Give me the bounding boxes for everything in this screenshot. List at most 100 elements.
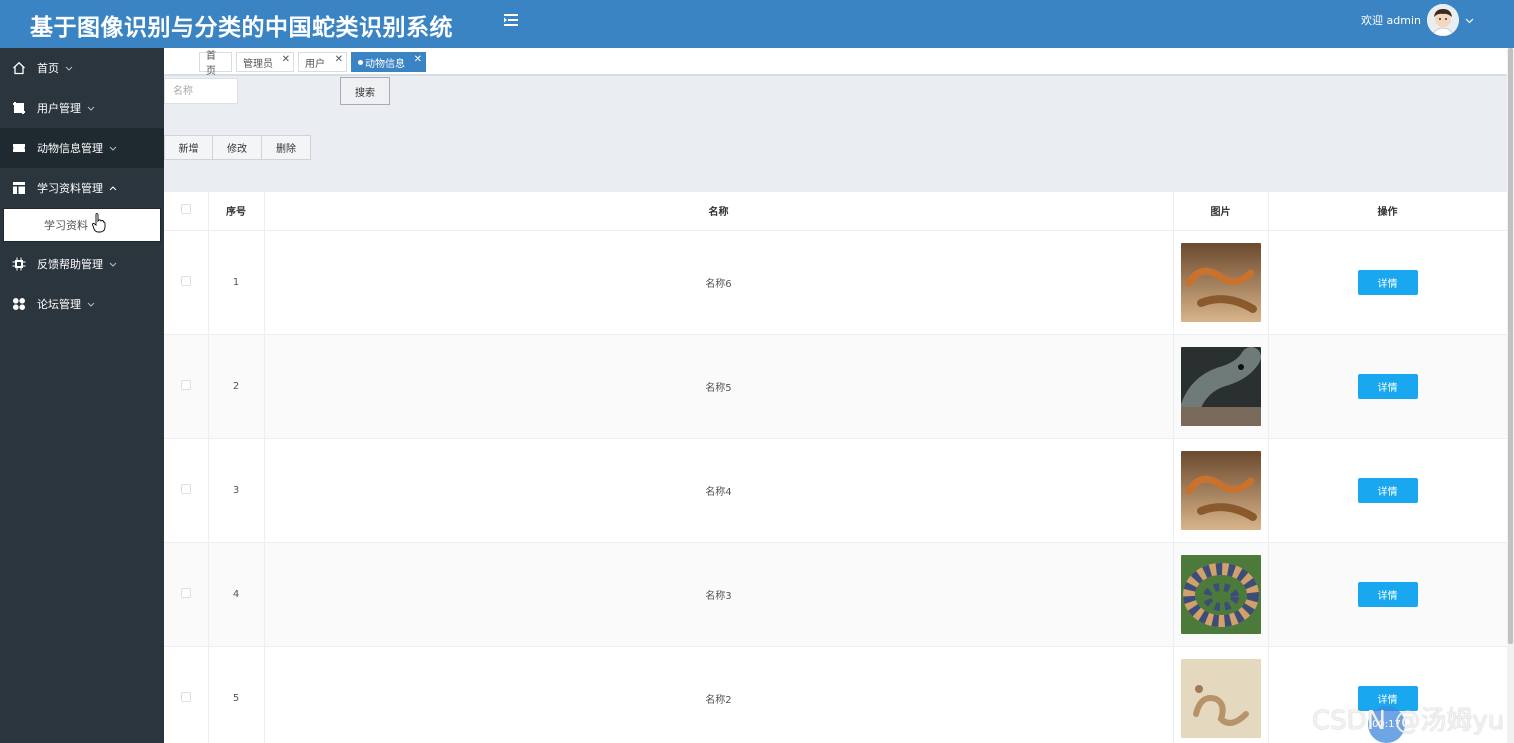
chevron-down-icon bbox=[1465, 14, 1474, 27]
tab-label: 动物信息 bbox=[365, 58, 405, 70]
home-icon bbox=[12, 61, 26, 75]
watermark: CSDN @汤姆yu bbox=[1312, 706, 1505, 736]
row-index: 4 bbox=[208, 542, 265, 647]
sidebar-item-label: 反馈帮助管理 bbox=[37, 258, 103, 271]
toolbar-area: 搜索 新增 修改 删除 bbox=[164, 76, 1507, 192]
row-image-cell bbox=[1173, 230, 1269, 335]
sidebar-item-label: 首页 bbox=[37, 62, 59, 75]
row-name: 名称4 bbox=[264, 438, 1174, 543]
row-ops-cell: 详情 bbox=[1268, 334, 1507, 439]
row-ops-cell: 详情 bbox=[1268, 230, 1507, 335]
menu-collapse-icon[interactable] bbox=[502, 12, 520, 30]
active-dot-icon bbox=[358, 59, 363, 65]
select-all-checkbox[interactable] bbox=[180, 204, 191, 215]
grey-snake-image bbox=[1180, 346, 1261, 426]
delete-button[interactable]: 删除 bbox=[262, 135, 311, 160]
row-name: 名称3 bbox=[264, 542, 1174, 647]
sidebar-item-feedback-help-management[interactable]: 反馈帮助管理 bbox=[0, 244, 164, 284]
table-row: 1 名称6 详情 bbox=[164, 230, 1507, 335]
row-index: 5 bbox=[208, 646, 265, 743]
hand-cursor-icon bbox=[92, 213, 106, 236]
row-name: 名称2 bbox=[264, 646, 1174, 743]
sidebar-item-label: 动物信息管理 bbox=[37, 142, 103, 155]
row-name: 名称6 bbox=[264, 230, 1174, 335]
row-checkbox[interactable] bbox=[180, 691, 191, 702]
user-menu[interactable]: 欢迎 admin bbox=[1361, 4, 1474, 36]
row-ops-cell: 详情 bbox=[1268, 542, 1507, 647]
sidebar: 首页 用户管理 动物信息管理 学习资料管理 学习资料 反馈帮助管理 论坛管理 bbox=[0, 48, 164, 743]
row-checkbox[interactable] bbox=[180, 587, 191, 598]
row-checkbox[interactable] bbox=[180, 379, 191, 390]
row-image-cell bbox=[1173, 646, 1269, 743]
layout-icon bbox=[12, 181, 26, 195]
grid-icon bbox=[12, 297, 26, 311]
tab-admin[interactable]: 管理员 ✕ bbox=[236, 52, 294, 72]
table-row: 4 名称3 详情 bbox=[164, 542, 1507, 647]
sidebar-item-forum-management[interactable]: 论坛管理 bbox=[0, 284, 164, 324]
table-row: 2 名称5 详情 bbox=[164, 334, 1507, 439]
sidebar-item-label: 论坛管理 bbox=[37, 298, 81, 311]
sidebar-item-label: 用户管理 bbox=[37, 102, 81, 115]
row-image-cell bbox=[1173, 542, 1269, 647]
detail-button[interactable]: 详情 bbox=[1357, 477, 1418, 503]
select-all-cell bbox=[164, 192, 209, 231]
row-image-cell bbox=[1173, 438, 1269, 543]
column-header-image: 图片 bbox=[1173, 192, 1269, 231]
chevron-down-icon bbox=[87, 106, 95, 111]
brown-snake-image bbox=[1180, 242, 1261, 322]
chip-icon bbox=[12, 257, 26, 271]
page-scrollbar[interactable] bbox=[1507, 48, 1514, 743]
add-button[interactable]: 新增 bbox=[164, 135, 213, 160]
chevron-up-icon bbox=[109, 185, 117, 191]
sidebar-item-animal-info-management[interactable]: 动物信息管理 bbox=[0, 128, 164, 168]
data-table: 序号 名称 图片 操作 1 名称6 详情 2 名称5 详情 3 名称4 详情 4… bbox=[164, 192, 1507, 743]
row-index: 1 bbox=[208, 230, 265, 335]
column-header-ops: 操作 bbox=[1268, 192, 1507, 231]
search-input[interactable] bbox=[164, 78, 238, 104]
sidebar-item-learning-materials-management[interactable]: 学习资料管理 bbox=[0, 168, 164, 208]
detail-button[interactable]: 详情 bbox=[1357, 581, 1418, 607]
chevron-down-icon bbox=[109, 262, 117, 267]
chevron-down-icon bbox=[65, 66, 73, 71]
search-button[interactable]: 搜索 bbox=[340, 77, 390, 105]
detail-button[interactable]: 详情 bbox=[1357, 269, 1418, 295]
welcome-text: 欢迎 admin bbox=[1361, 14, 1421, 27]
row-ops-cell: 详情 bbox=[1268, 438, 1507, 543]
tab-home[interactable]: 首页 bbox=[199, 51, 232, 77]
row-index: 3 bbox=[208, 438, 265, 543]
app-title: 基于图像识别与分类的中国蛇类识别系统 bbox=[30, 15, 453, 41]
sidebar-subitem-learning-materials[interactable]: 学习资料 bbox=[3, 208, 161, 242]
close-icon[interactable]: ✕ bbox=[335, 54, 343, 66]
scrollbar-thumb[interactable] bbox=[1508, 48, 1513, 644]
row-checkbox[interactable] bbox=[180, 275, 191, 286]
table-row: 5 名称2 详情 bbox=[164, 646, 1507, 743]
ticket-icon bbox=[12, 141, 26, 155]
chevron-down-icon bbox=[87, 302, 95, 307]
tab-user[interactable]: 用户 ✕ bbox=[298, 52, 347, 72]
row-image-cell bbox=[1173, 334, 1269, 439]
crop-icon bbox=[12, 101, 26, 115]
row-index: 2 bbox=[208, 334, 265, 439]
app-header: 基于图像识别与分类的中国蛇类识别系统 欢迎 admin bbox=[0, 0, 1514, 48]
tab-animal-info[interactable]: 动物信息 ✕ bbox=[351, 52, 426, 72]
sidebar-item-home[interactable]: 首页 bbox=[0, 48, 164, 88]
detail-button[interactable]: 详情 bbox=[1357, 373, 1418, 399]
sand-snake-image bbox=[1180, 658, 1261, 738]
row-name: 名称5 bbox=[264, 334, 1174, 439]
tabs-bar: 首页 管理员 ✕ 用户 ✕ 动物信息 ✕ bbox=[164, 48, 1507, 77]
row-checkbox[interactable] bbox=[180, 483, 191, 494]
sidebar-item-user-management[interactable]: 用户管理 bbox=[0, 88, 164, 128]
chevron-down-icon bbox=[109, 146, 117, 151]
tab-label: 用户 bbox=[305, 58, 325, 70]
table-row: 3 名称4 详情 bbox=[164, 438, 1507, 543]
tab-label: 首页 bbox=[206, 51, 216, 77]
action-buttons: 新增 修改 删除 bbox=[164, 135, 311, 160]
column-header-name: 名称 bbox=[264, 192, 1174, 231]
edit-button[interactable]: 修改 bbox=[213, 135, 262, 160]
column-header-index: 序号 bbox=[208, 192, 265, 231]
tab-label: 管理员 bbox=[243, 58, 273, 70]
banded-snake-image bbox=[1180, 554, 1261, 634]
close-icon[interactable]: ✕ bbox=[414, 54, 422, 66]
close-icon[interactable]: ✕ bbox=[282, 54, 290, 66]
avatar[interactable] bbox=[1427, 4, 1459, 36]
